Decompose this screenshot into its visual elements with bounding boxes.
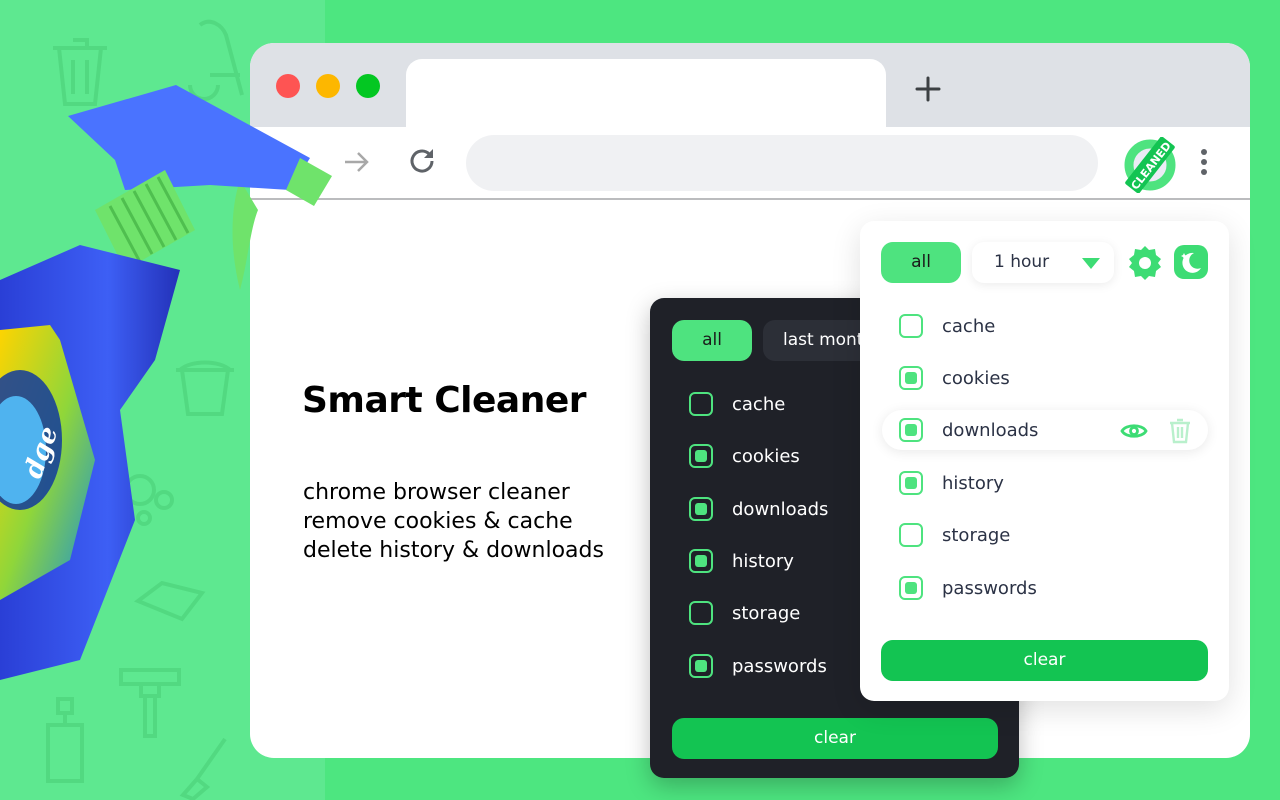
description-line: chrome browser cleaner <box>303 480 570 505</box>
option-passwords[interactable]: passwords <box>899 568 1037 608</box>
checkbox-checked[interactable] <box>899 366 923 390</box>
option-label: downloads <box>942 419 1039 441</box>
check-fill <box>905 424 917 436</box>
app-title: Smart Cleaner <box>302 380 587 421</box>
option-passwords[interactable]: passwords <box>689 646 827 686</box>
checkbox[interactable] <box>689 392 713 416</box>
option-downloads[interactable]: downloads <box>689 489 828 529</box>
active-tab[interactable] <box>406 59 886 129</box>
plus-icon <box>915 76 941 102</box>
all-button[interactable]: all <box>881 242 961 283</box>
cleaned-badge-icon: CLEANED <box>1124 136 1176 194</box>
check-fill <box>695 450 707 462</box>
option-label: storage <box>942 524 1011 546</box>
check-fill <box>905 372 917 384</box>
checkbox-checked[interactable] <box>899 576 923 600</box>
check-fill <box>905 582 917 594</box>
moon-icon[interactable] <box>1174 245 1208 279</box>
menu-dot <box>1201 169 1207 175</box>
option-label: passwords <box>732 655 827 677</box>
light-theme-popup: all 1 hour cache cookies downloads histo… <box>860 221 1229 701</box>
checkbox-checked[interactable] <box>689 549 713 573</box>
reload-button[interactable] <box>406 145 438 185</box>
checkbox-checked[interactable] <box>689 497 713 521</box>
option-label: cache <box>732 393 786 415</box>
window-maximize-button[interactable] <box>356 74 380 98</box>
check-fill <box>695 555 707 567</box>
checkbox-checked[interactable] <box>899 471 923 495</box>
option-label: cache <box>942 315 996 337</box>
option-cookies[interactable]: cookies <box>689 436 800 476</box>
arrow-right-icon <box>345 152 369 172</box>
app-description: chrome browser cleaner remove cookies & … <box>303 478 604 565</box>
option-history[interactable]: history <box>689 541 794 581</box>
option-cache[interactable]: cache <box>899 306 995 346</box>
checkbox[interactable] <box>899 314 923 338</box>
description-line: remove cookies & cache <box>303 509 573 534</box>
option-storage[interactable]: storage <box>689 593 800 633</box>
time-range-select[interactable]: 1 hour <box>972 242 1114 283</box>
checkbox[interactable] <box>689 601 713 625</box>
option-label: history <box>942 472 1004 494</box>
option-label: downloads <box>732 498 829 520</box>
checkbox[interactable] <box>899 523 923 547</box>
checkbox-checked[interactable] <box>689 444 713 468</box>
nozzle-head <box>68 85 310 190</box>
check-fill <box>695 660 707 672</box>
option-label: cookies <box>942 367 1010 389</box>
vertical-dots-icon <box>1201 149 1207 155</box>
reload-icon <box>410 149 434 173</box>
tab-strip <box>250 43 1250 129</box>
brush-doodle-icon <box>179 737 227 800</box>
option-label: cookies <box>732 445 800 467</box>
menu-dot <box>1201 159 1207 165</box>
option-cookies[interactable]: cookies <box>899 358 1010 398</box>
forward-button[interactable] <box>342 147 372 183</box>
clear-button[interactable]: clear <box>881 640 1208 681</box>
checkbox-checked[interactable] <box>899 418 923 442</box>
new-tab-button[interactable] <box>914 75 942 103</box>
browser-menu-button[interactable] <box>1198 149 1210 179</box>
option-label: storage <box>732 602 801 624</box>
description-line: delete history & downloads <box>303 538 604 563</box>
all-button[interactable]: all <box>672 320 752 361</box>
trash-icon[interactable] <box>1168 418 1192 444</box>
option-label: history <box>732 550 794 572</box>
option-label: passwords <box>942 577 1037 599</box>
spray-bottle-illustration: dge <box>0 85 332 680</box>
trigger <box>232 180 258 290</box>
option-history[interactable]: history <box>899 463 1004 503</box>
check-fill <box>695 503 707 515</box>
browser-toolbar: CLEANED <box>250 127 1250 200</box>
option-cache[interactable]: cache <box>689 384 785 424</box>
clear-button[interactable]: clear <box>672 718 998 759</box>
time-range-value: 1 hour <box>994 252 1050 272</box>
caret-down-icon <box>1082 258 1100 269</box>
option-storage[interactable]: storage <box>899 515 1010 555</box>
check-fill <box>905 477 917 489</box>
checkbox-checked[interactable] <box>689 654 713 678</box>
eye-icon[interactable] <box>1120 420 1148 442</box>
soap-doodle-icon <box>46 697 84 783</box>
gear-icon[interactable] <box>1126 244 1164 282</box>
option-downloads[interactable]: downloads <box>899 410 1038 450</box>
smart-cleaner-extension-button[interactable]: CLEANED <box>1122 136 1178 194</box>
address-bar[interactable] <box>466 135 1098 191</box>
